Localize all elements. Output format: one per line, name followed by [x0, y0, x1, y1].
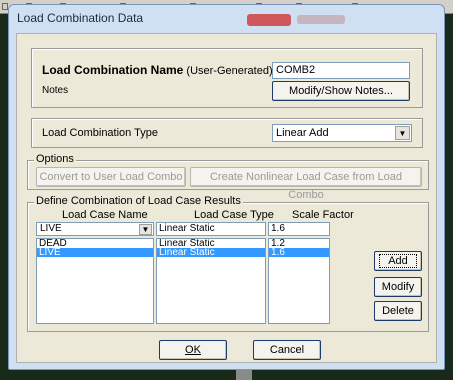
add-button-label: Add — [379, 254, 417, 268]
convert-button-label: Convert to User Load Combo — [39, 171, 183, 183]
options-group: Options Convert to User Load Combo Creat… — [27, 153, 429, 201]
list-item[interactable]: Linear Static — [157, 239, 265, 248]
load-case-name-value: LIVE — [40, 223, 62, 234]
cancel-button-label: Cancel — [269, 344, 305, 356]
combination-type-label: Load Combination Type — [42, 127, 158, 139]
scale-factor-list[interactable]: 1.2 1.6 — [268, 238, 330, 324]
user-generated-label: (User-Generated) — [186, 65, 273, 77]
ok-button[interactable]: OK — [159, 340, 227, 360]
title-bar[interactable]: Load Combination Data — [9, 5, 444, 33]
notes-label: Notes — [42, 85, 69, 96]
title-blur — [297, 15, 345, 24]
load-case-name-list[interactable]: DEAD LIVE — [36, 238, 154, 324]
list-item[interactable]: Linear Static — [157, 248, 265, 257]
options-group-label: Options — [34, 153, 76, 165]
load-case-type-list[interactable]: Linear Static Linear Static — [156, 238, 266, 324]
modify-show-notes-label: Modify/Show Notes... — [289, 85, 393, 97]
list-item[interactable]: 1.2 — [269, 239, 329, 248]
dialog-window: Load Combination Data Load Combination N… — [8, 4, 445, 370]
dialog-title: Load Combination Data — [17, 11, 144, 25]
define-group-label: Define Combination of Load Case Results — [34, 195, 243, 207]
define-combination-group: Define Combination of Load Case Results … — [27, 195, 429, 332]
combination-name-input[interactable]: COMB2 — [272, 62, 410, 79]
combination-name-label: Load Combination Name — [42, 63, 184, 77]
taskbar-fragment — [236, 370, 252, 380]
delete-button[interactable]: Delete — [374, 301, 422, 321]
combination-type-value: Linear Add — [276, 127, 329, 139]
header-scale-factor: Scale Factor — [292, 209, 354, 221]
combination-type-select[interactable]: Linear Add ▼ — [272, 124, 412, 142]
modify-show-notes-button[interactable]: Modify/Show Notes... — [272, 81, 410, 101]
header-load-case-type: Load Case Type — [194, 209, 274, 221]
dialog-client: Load Combination Name (User-Generated) C… — [16, 33, 437, 363]
type-panel: Load Combination Type Linear Add ▼ — [31, 118, 423, 148]
load-case-name-select[interactable]: LIVE ▼ — [36, 222, 154, 236]
modify-button-label: Modify — [381, 281, 415, 293]
name-panel: Load Combination Name (User-Generated) C… — [31, 48, 423, 108]
convert-to-user-combo-button[interactable]: Convert to User Load Combo — [36, 167, 186, 187]
title-highlight — [247, 14, 291, 26]
create-nonlinear-case-button[interactable]: Create Nonlinear Load Case from Load Com… — [190, 167, 422, 201]
name-label-group: Load Combination Name (User-Generated) — [42, 63, 273, 77]
ok-button-label: OK — [185, 344, 201, 356]
delete-button-label: Delete — [382, 305, 414, 317]
header-load-case-name: Load Case Name — [62, 209, 148, 221]
chevron-down-icon[interactable]: ▼ — [139, 224, 152, 235]
load-case-type-field: Linear Static — [156, 222, 266, 236]
list-item[interactable]: LIVE — [37, 248, 153, 257]
modify-button[interactable]: Modify — [374, 277, 422, 297]
list-item[interactable]: DEAD — [37, 239, 153, 248]
add-button[interactable]: Add — [374, 251, 422, 271]
chevron-down-icon[interactable]: ▼ — [395, 126, 410, 140]
scale-factor-input[interactable]: 1.6 — [268, 222, 330, 236]
list-item[interactable]: 1.6 — [269, 248, 329, 257]
cancel-button[interactable]: Cancel — [253, 340, 321, 360]
